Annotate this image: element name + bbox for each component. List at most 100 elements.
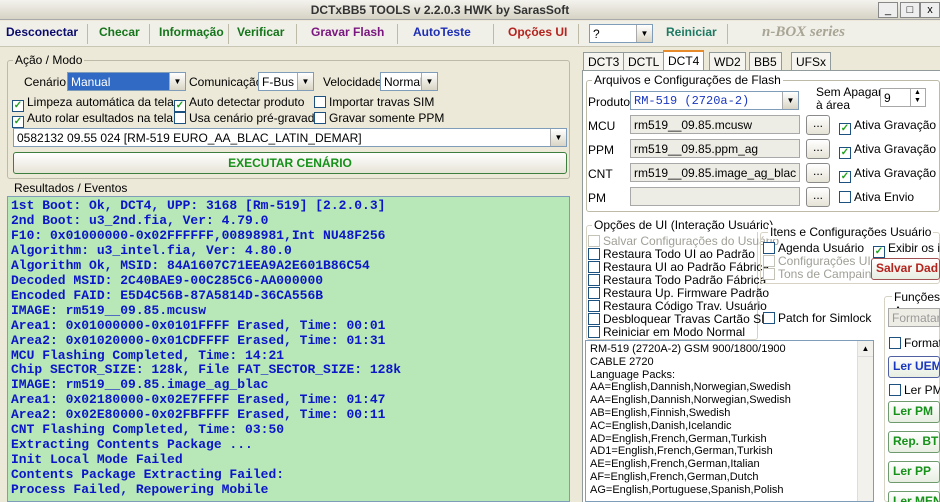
log-line: Area2: 0x01020000-0x01CDFFFF Erased, Tim… (11, 332, 386, 348)
agenda-label: Agenda Usuário (778, 241, 865, 255)
restaura-firmware-checkbox[interactable]: Restaura Up. Firmware Padrão (588, 286, 769, 300)
velocidade-select[interactable]: Normal ▼ (380, 72, 438, 91)
tab-dctl[interactable]: DCTL (623, 52, 665, 70)
product-select-value: 0582132 09.55 024 [RM-519 EURO_AA_BLAC_L… (17, 131, 362, 145)
tab-bb5[interactable]: BB5 (749, 52, 782, 70)
area-spinner[interactable]: 9 ▲ ▼ (880, 88, 926, 107)
produto-select-value: RM-519 (2720a-2) (634, 94, 750, 108)
gravar-ppm-checkbox[interactable]: Gravar somente PPM (314, 111, 444, 125)
desconectar-button[interactable]: Desconectar (6, 25, 78, 39)
reiniciar-normal-checkbox[interactable]: Reiniciar em Modo Normal (588, 325, 745, 339)
checkbox-empty-icon (314, 96, 326, 108)
auto-detectar-checkbox[interactable]: ✓ Auto detectar produto (174, 95, 304, 112)
gravar-flash-button[interactable]: Gravar Flash (311, 25, 384, 39)
autoteste-button[interactable]: AutoTeste (413, 25, 471, 39)
product-select[interactable]: 0582132 09.55 024 [RM-519 EURO_AA_BLAC_L… (13, 128, 567, 147)
menu-bar: Desconectar Checar Informação Verificar … (0, 21, 940, 47)
info-line: CABLE 2720 (590, 355, 654, 368)
info-scrollbar[interactable]: ▲ (857, 341, 873, 501)
restaura-codigo-checkbox[interactable]: Restaura Código Trav. Usuário (588, 299, 767, 313)
tab-dct3[interactable]: DCT3 (583, 52, 625, 70)
minimize-button[interactable]: _ (878, 2, 898, 18)
log-line: Extracting Contents Package ... (11, 437, 253, 453)
limpeza-checkbox[interactable]: ✓ Limpeza automática da tela (12, 95, 174, 112)
ler-pm-checkbox[interactable]: Ler PM (889, 383, 940, 397)
ppm-browse-button[interactable]: ... (806, 139, 830, 159)
ler-pm-checkbox-label: Ler PM (904, 383, 940, 397)
pm-field[interactable] (630, 187, 800, 206)
tons-checkbox[interactable]: Tons de Campain (763, 267, 871, 281)
patch-simlock-checkbox[interactable]: Patch for Simlock (763, 311, 871, 325)
checkbox-empty-icon (588, 274, 600, 286)
limpeza-label: Limpeza automática da tela (27, 95, 174, 109)
info-line: AF=English,French,German,Dutch (590, 470, 759, 483)
mcu-browse-button[interactable]: ... (806, 115, 830, 135)
formatar-select[interactable]: Formatar (888, 308, 940, 327)
product-info-list[interactable]: RM-519 (2720A-2) GSM 900/1800/1900 CABLE … (585, 340, 874, 502)
results-log: 1st Boot: Ok, DCT4, UPP: 3168 [Rm-519] [… (7, 196, 570, 502)
mcu-field[interactable]: rm519__09.85.mcusw (630, 115, 800, 134)
executar-cenario-button[interactable]: EXECUTAR CENÁRIO (13, 152, 567, 174)
scroll-up-icon[interactable]: ▲ (858, 341, 873, 357)
info-line: AA=English,Dannish,Norwegian,Swedish (590, 394, 791, 407)
checkbox-empty-icon (588, 300, 600, 312)
config-ui-checkbox[interactable]: Configurações UI (763, 254, 871, 268)
log-line: Area1: 0x01000000-0x0101FFFF Erased, Tim… (11, 317, 386, 333)
produto-select[interactable]: RM-519 (2720a-2) ▼ (630, 91, 799, 110)
pm-browse-button[interactable]: ... (806, 187, 830, 207)
cenario-select[interactable]: Manual ▼ (67, 72, 186, 91)
sem-apagar-label: Sem Apagar (816, 85, 883, 99)
usa-cenario-checkbox[interactable]: Usa cenário pré-gravado (174, 111, 321, 125)
verificar-button[interactable]: Verificar (237, 25, 284, 39)
opcoes-ui-button[interactable]: Opções UI (508, 25, 567, 39)
ler-men-button[interactable]: Ler MEN (888, 491, 940, 502)
tab-wd2[interactable]: WD2 (709, 52, 746, 70)
pm-ativa-envio-checkbox[interactable]: Ativa Envio (839, 190, 914, 204)
tab-dct4[interactable]: DCT4 (663, 50, 705, 71)
ler-pp-button[interactable]: Ler PP (888, 461, 940, 483)
patch-simlock-label: Patch for Simlock (778, 311, 872, 325)
spinner-arrows-icon[interactable]: ▲ ▼ (910, 89, 924, 106)
restaura-todo-ui-checkbox[interactable]: Restaura Todo UI ao Padrão (588, 247, 755, 261)
ler-pm-button[interactable]: Ler PM (888, 401, 940, 423)
cnt-ativa-checkbox[interactable]: ✓ Ativa Gravação (839, 166, 936, 183)
auto-detectar-label: Auto detectar produto (189, 95, 305, 109)
format-checkbox[interactable]: Format (889, 336, 940, 350)
tab-ufsx[interactable]: UFSx (791, 52, 831, 70)
ppm-field[interactable]: rm519__09.85.ppm_ag (630, 139, 800, 158)
ler-uem-button[interactable]: Ler UEM (888, 356, 940, 378)
ppm-ativa-checkbox[interactable]: ✓ Ativa Gravação (839, 142, 936, 159)
agenda-checkbox[interactable]: Agenda Usuário (763, 241, 864, 255)
desbloquear-sim-checkbox[interactable]: Desbloquear Travas Cartão SIM (588, 312, 774, 326)
close-button[interactable]: x (920, 2, 940, 18)
cnt-browse-button[interactable]: ... (806, 163, 830, 183)
log-line: Init Local Mode Failed (11, 452, 183, 468)
ppm-ativa-label: Ativa Gravação (854, 142, 937, 156)
salvar-dados-button[interactable]: Salvar Dad (871, 258, 940, 280)
restaura-ui-fabrica-checkbox[interactable]: Restaura UI ao Padrão Fábrica (588, 260, 769, 274)
checar-button[interactable]: Checar (99, 25, 140, 39)
pm-label: PM (588, 191, 606, 205)
cenario-select-value: Manual (71, 75, 111, 89)
log-line: Contents Package Extracting Failed: (11, 467, 285, 483)
help-select[interactable]: ? ▼ (589, 24, 653, 43)
mcu-ativa-checkbox[interactable]: ✓ Ativa Gravação (839, 118, 936, 135)
check-icon: ✓ (839, 147, 851, 159)
restaura-todo-fabrica-checkbox[interactable]: Restaura Todo Padrão Fábrica (588, 273, 766, 287)
log-line: Algorithm Ok, MSID: 84A1607C71EEA9A2E601… (11, 257, 370, 273)
velocidade-select-value: Normal (384, 75, 423, 89)
rep-bt-button[interactable]: Rep. BT (888, 431, 940, 453)
exibir-checkbox[interactable]: ✓Exibir os ite (873, 241, 940, 258)
reiniciar-button[interactable]: Reiniciar (666, 25, 717, 39)
restaura-firmware-label: Restaura Up. Firmware Padrão (603, 286, 770, 300)
maximize-button[interactable]: □ (900, 2, 920, 18)
desbloquear-sim-label: Desbloquear Travas Cartão SIM (603, 312, 775, 326)
info-line: AB=English,Finnish,Swedish (590, 406, 731, 419)
salvar-config-checkbox[interactable]: Salvar Configurações do Usuário (588, 234, 779, 248)
comunicacao-select[interactable]: F-Bus ▼ (258, 72, 314, 91)
cnt-field[interactable]: rm519__09.85.image_ag_blac (630, 163, 800, 182)
gravar-ppm-label: Gravar somente PPM (329, 111, 445, 125)
auto-rolar-checkbox[interactable]: ✓ Auto rolar esultados na tela (12, 111, 173, 128)
importar-checkbox[interactable]: Importar travas SIM (314, 95, 434, 109)
informacao-button[interactable]: Informação (159, 25, 224, 39)
